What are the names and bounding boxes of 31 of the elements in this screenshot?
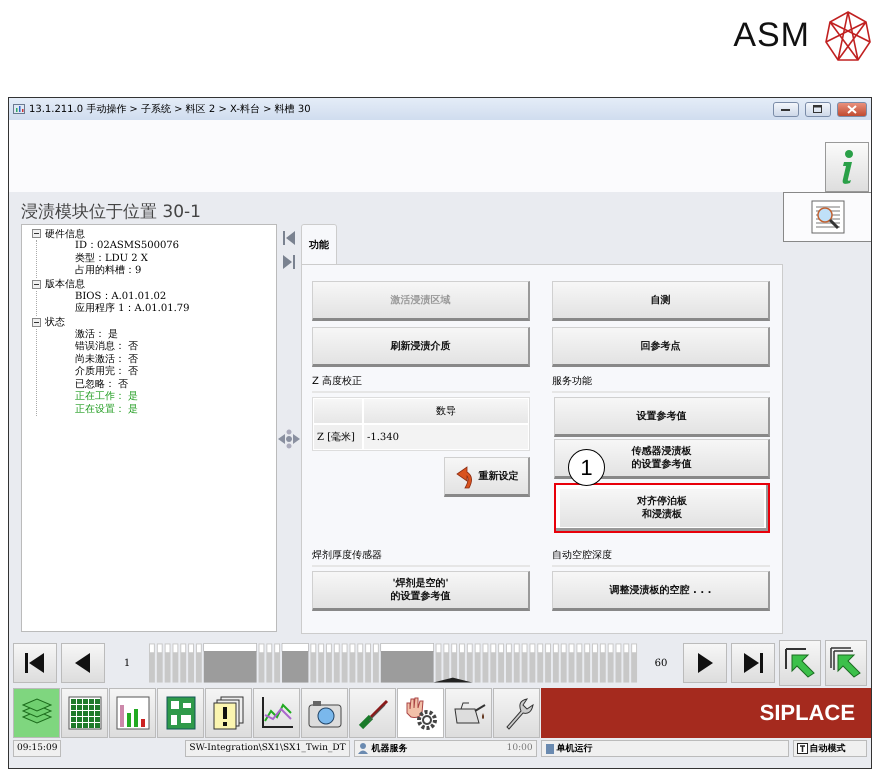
status-role: 机器服务 [372,742,408,754]
section-title: Z 高度校正 [312,373,530,393]
tree-leaf: 已忽略： 否 [75,378,128,391]
section-title: 服务功能 [552,373,770,393]
tree-leaf: 正在设置： 是 [75,404,138,416]
tree-leaf: 应用程序 1：A.01.01.79 [75,303,190,316]
section-title: 焊剂厚度传感器 [312,547,530,567]
tree-leaf: 类型：LDU 2 X [75,252,148,264]
window-title: 13.1.211.0 手动操作 > 子系统 > 料区 2 > X-料台 > 料槽 30 [29,102,312,116]
slot-end-label: 60 [654,658,668,668]
tree-leaf: 错误消息： 否 [75,341,138,354]
tree-leaf: 介质用完： 否 [75,366,138,378]
tree-leaf: 正在工作： 是 [75,391,138,404]
tree-leaf: 激活： 是 [75,328,118,340]
status-time: 09:15:09 [13,740,62,756]
column-header: 数导 [363,398,529,424]
tree-leaf: BIOS：A.01.01.02 [75,290,166,302]
status-operation: 单机运行 [556,742,593,754]
status-path: SW-Integration\SX1\SX1_Twin_DT [185,740,350,756]
brand-banner: SIPLACE [541,688,871,738]
status-role-time: 10:00 [506,743,533,753]
tree-leaf: 占用的料槽：9 [75,265,142,278]
tree-leaf: ID：02ASMS500076 [75,240,180,252]
logo-text: ASM [733,16,810,55]
status-mode: 自动模式 [810,742,846,754]
table-cell: -1.340 [363,424,529,450]
tree-leaf: 尚未激活： 否 [75,354,138,366]
row-header: Z [毫米] [313,424,363,450]
page-heading: 浸渍模块位于位置 30-1 [21,201,202,224]
section-title: 自动空腔深度 [552,547,770,567]
slot-start-label: 1 [122,658,132,668]
